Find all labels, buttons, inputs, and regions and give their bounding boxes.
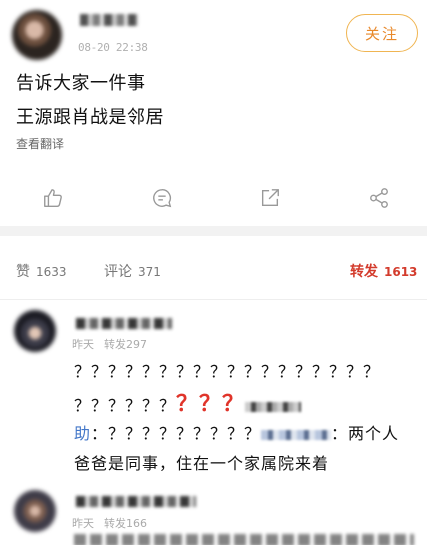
tab-reposts[interactable]: 转发 1613: [350, 261, 417, 281]
repost-button[interactable]: [254, 182, 286, 214]
action-bar: [0, 178, 427, 218]
commenter-name-redacted[interactable]: [76, 496, 196, 507]
tab-likes-label: 赞: [16, 264, 30, 280]
comment-meta: 昨天 转发166: [72, 515, 147, 531]
comment-time: 昨天: [72, 338, 94, 351]
follow-button[interactable]: 关注: [346, 14, 418, 52]
commenter-avatar[interactable]: [14, 310, 56, 352]
comment-text-line-4: 爸爸是同事，住在一个家属院来着: [74, 454, 330, 473]
tab-comments-count: 371: [138, 265, 161, 279]
like-button[interactable]: [37, 182, 69, 214]
comment-meta: 昨天 转发297: [72, 336, 147, 352]
comment-red-question-marks: ？？？: [176, 392, 246, 417]
stats-tabs: 赞 1633 评论 371 转发 1613: [0, 236, 427, 300]
comment-text-line-1: ？？？？？？？？？？？？？？？？？？: [74, 362, 381, 381]
redacted-text: [245, 401, 302, 412]
comment-repost-count: 转发166: [104, 517, 147, 530]
commenter-name-redacted[interactable]: [76, 318, 172, 329]
comment-repost-count: 转发297: [104, 338, 147, 351]
comment-text-cut-off: [74, 534, 414, 545]
repost-icon: [261, 189, 279, 207]
post-header: 08-20 22:38 关注: [0, 0, 427, 66]
tab-comments[interactable]: 评论 371: [104, 261, 161, 281]
tab-reposts-count: 1613: [384, 265, 418, 279]
share-icon: [370, 188, 388, 208]
post-time: 08-20 22:38: [78, 41, 148, 54]
tab-comments-label: 评论: [104, 264, 132, 280]
translate-link[interactable]: 查看翻译: [16, 135, 64, 152]
tab-likes-count: 1633: [36, 265, 67, 279]
commenter-avatar[interactable]: [14, 490, 56, 532]
reply-tag[interactable]: 助: [74, 424, 91, 443]
author-name-redacted[interactable]: [80, 14, 138, 26]
comment-line-3-suffix: ：两个人: [331, 424, 400, 443]
redacted-mention: [261, 429, 332, 440]
author-avatar[interactable]: [12, 10, 62, 60]
post-text-line-1: 告诉大家一件事: [16, 73, 146, 94]
comment-icon: [153, 189, 172, 208]
share-button[interactable]: [363, 182, 395, 214]
post-text-line-2: 王源跟肖战是邻居: [16, 107, 164, 128]
section-divider: [0, 226, 427, 236]
comment-question-marks: ？？？？？？: [74, 396, 177, 415]
comment-text-line-3: 助：？？？？？？？？？ ：两个人: [74, 420, 399, 444]
tab-likes[interactable]: 赞 1633: [16, 261, 67, 281]
tab-reposts-label: 转发: [350, 264, 378, 280]
comment-line-3-mid: ：？？？？？？？？？: [91, 424, 262, 443]
thumbs-up-icon: [44, 189, 62, 207]
comment-button[interactable]: [146, 182, 178, 214]
comment-text-line-2: ？？？？？？？？？: [74, 386, 302, 418]
comment-time: 昨天: [72, 517, 94, 530]
